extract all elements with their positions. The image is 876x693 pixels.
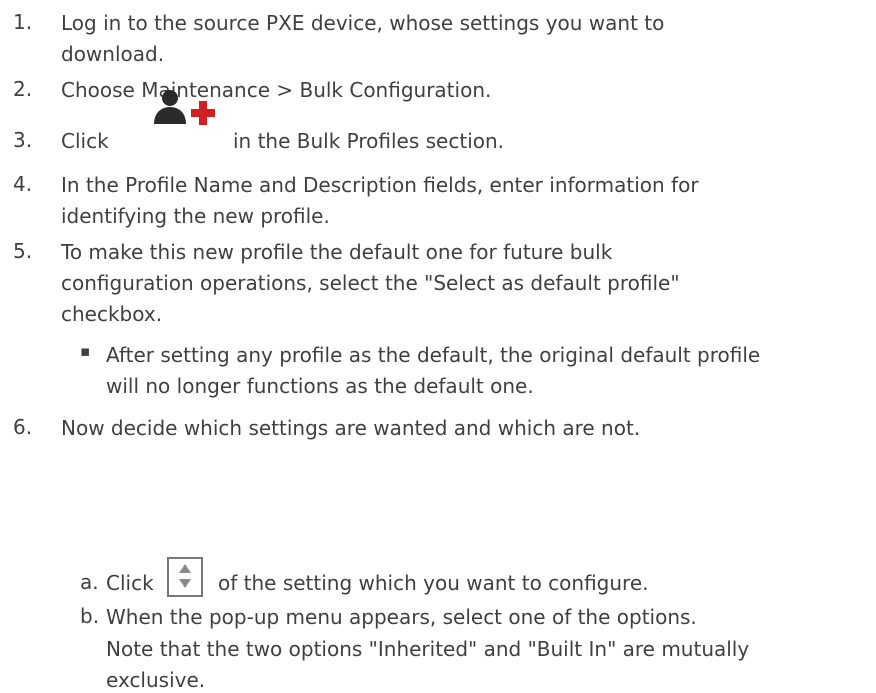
bullet-text-line-2: will no longer functions as the default … xyxy=(106,374,534,398)
step-1-number: 1. xyxy=(13,10,33,34)
step-3-number: 3. xyxy=(13,128,33,152)
step-3-text-after: in the Bulk Profiles section. xyxy=(233,129,505,153)
note-text-line-2: exclusive. xyxy=(106,668,206,692)
substep-b-text: When the pop-up menu appears, select one… xyxy=(106,605,697,629)
step-1-text-line-2: download. xyxy=(61,42,165,66)
user-add-icon xyxy=(154,90,215,125)
step-4-text-line-2: identifying the new profile. xyxy=(61,204,330,228)
step-3-text-before: Click xyxy=(61,129,109,153)
step-5-number: 5. xyxy=(13,239,33,263)
bullet-text-line-1: After setting any profile as the default… xyxy=(106,343,761,367)
step-4-text-line-1: In the Profile Name and Description fiel… xyxy=(61,173,699,197)
step-5-text-line-3: checkbox. xyxy=(61,302,163,326)
step-6-text: Now decide which settings are wanted and… xyxy=(61,416,641,440)
step-2-text: Choose Maintenance > Bulk Configuration. xyxy=(61,78,492,102)
step-2-number: 2. xyxy=(13,77,33,101)
step-1-text-line-1: Log in to the source PXE device, whose s… xyxy=(61,11,665,35)
step-4-number: 4. xyxy=(13,172,33,196)
step-5-text-line-2: configuration operations, select the "Se… xyxy=(61,271,680,295)
step-5-text-line-1: To make this new profile the default one… xyxy=(61,240,613,264)
sort-arrows-icon xyxy=(167,557,203,597)
step-6-number: 6. xyxy=(13,415,33,439)
substep-a-letter: a. xyxy=(80,570,99,594)
bullet-marker: ▪ xyxy=(80,342,91,360)
substep-b-letter: b. xyxy=(80,604,100,628)
substep-a-text-after: of the setting which you want to configu… xyxy=(218,571,649,595)
note-text-line-1: Note that the two options "Inherited" an… xyxy=(106,637,750,661)
substep-a-text-before: Click xyxy=(106,571,154,595)
